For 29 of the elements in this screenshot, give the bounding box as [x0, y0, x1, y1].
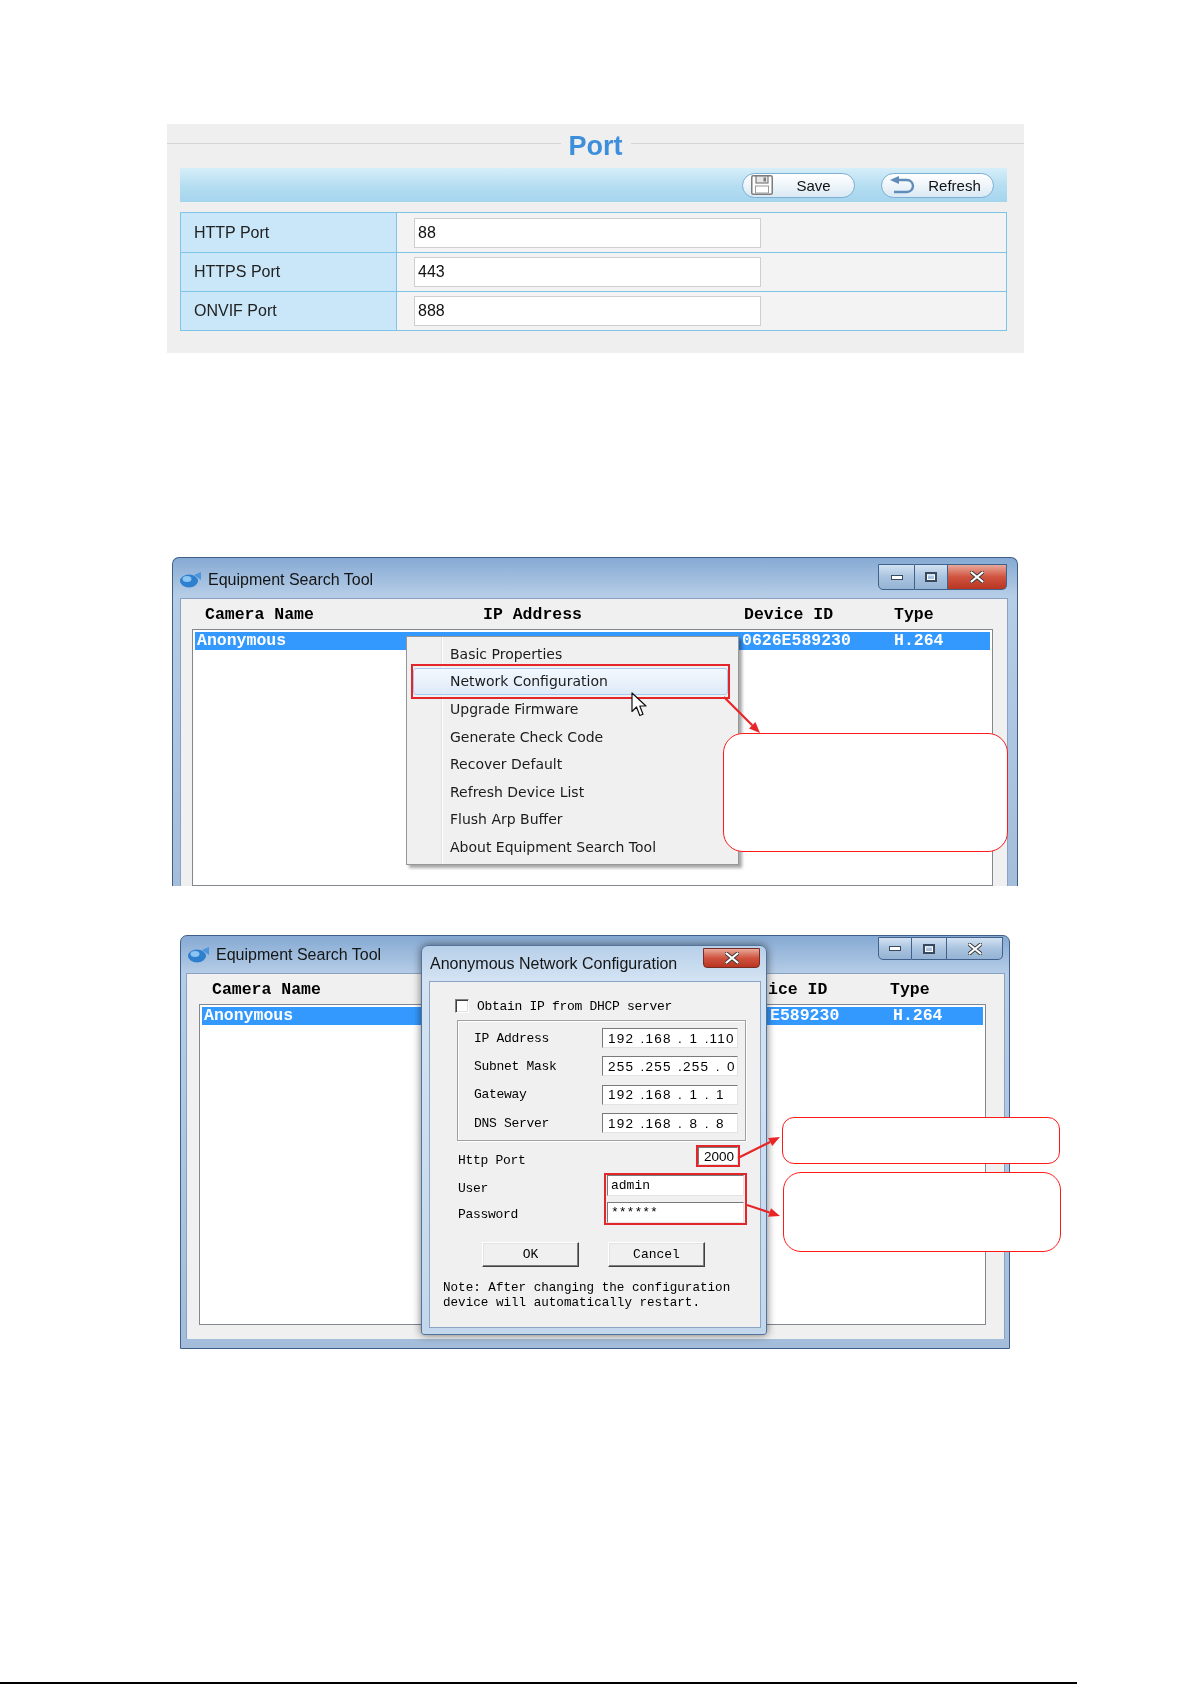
- field-label: DNS Server: [474, 1116, 550, 1130]
- panel-title: Port: [567, 132, 624, 160]
- column-header: IP Address: [483, 607, 584, 624]
- field-label: Password: [458, 1206, 519, 1224]
- window-title: Equipment Search Tool: [208, 571, 374, 589]
- field-label: Subnet Mask: [474, 1059, 558, 1073]
- column-header: Type: [894, 607, 935, 624]
- checkbox-label: Obtain IP from DHCP server: [477, 999, 673, 1013]
- field-label: User: [458, 1180, 489, 1198]
- field-label: IP Address: [474, 1031, 550, 1045]
- column-header: ice ID: [768, 982, 829, 999]
- column-header: Type: [890, 982, 931, 999]
- column-header: Device ID: [744, 607, 835, 624]
- field-label: HTTP Port: [181, 213, 397, 252]
- field-label: Http Port: [458, 1153, 527, 1167]
- camera-name: Anonymous: [204, 1007, 295, 1025]
- dialog-title: Anonymous Network Configuration: [430, 954, 678, 973]
- column-header: Camera Name: [212, 982, 322, 999]
- camera-name: Anonymous: [197, 632, 288, 650]
- device-id: E589230: [770, 1007, 841, 1025]
- device-type: H.264: [893, 1007, 944, 1025]
- window-title: Equipment Search Tool: [216, 945, 382, 964]
- field-label: HTTPS Port: [181, 253, 397, 291]
- note-text: Note: After changing the configuration device will automatically restart.: [443, 1281, 731, 1311]
- field-label: Gateway: [474, 1088, 528, 1102]
- column-header: Camera Name: [205, 607, 315, 624]
- device-id: 0626E589230: [742, 632, 852, 650]
- field-label: ONVIF Port: [181, 292, 397, 330]
- device-type: H.264: [894, 632, 945, 650]
